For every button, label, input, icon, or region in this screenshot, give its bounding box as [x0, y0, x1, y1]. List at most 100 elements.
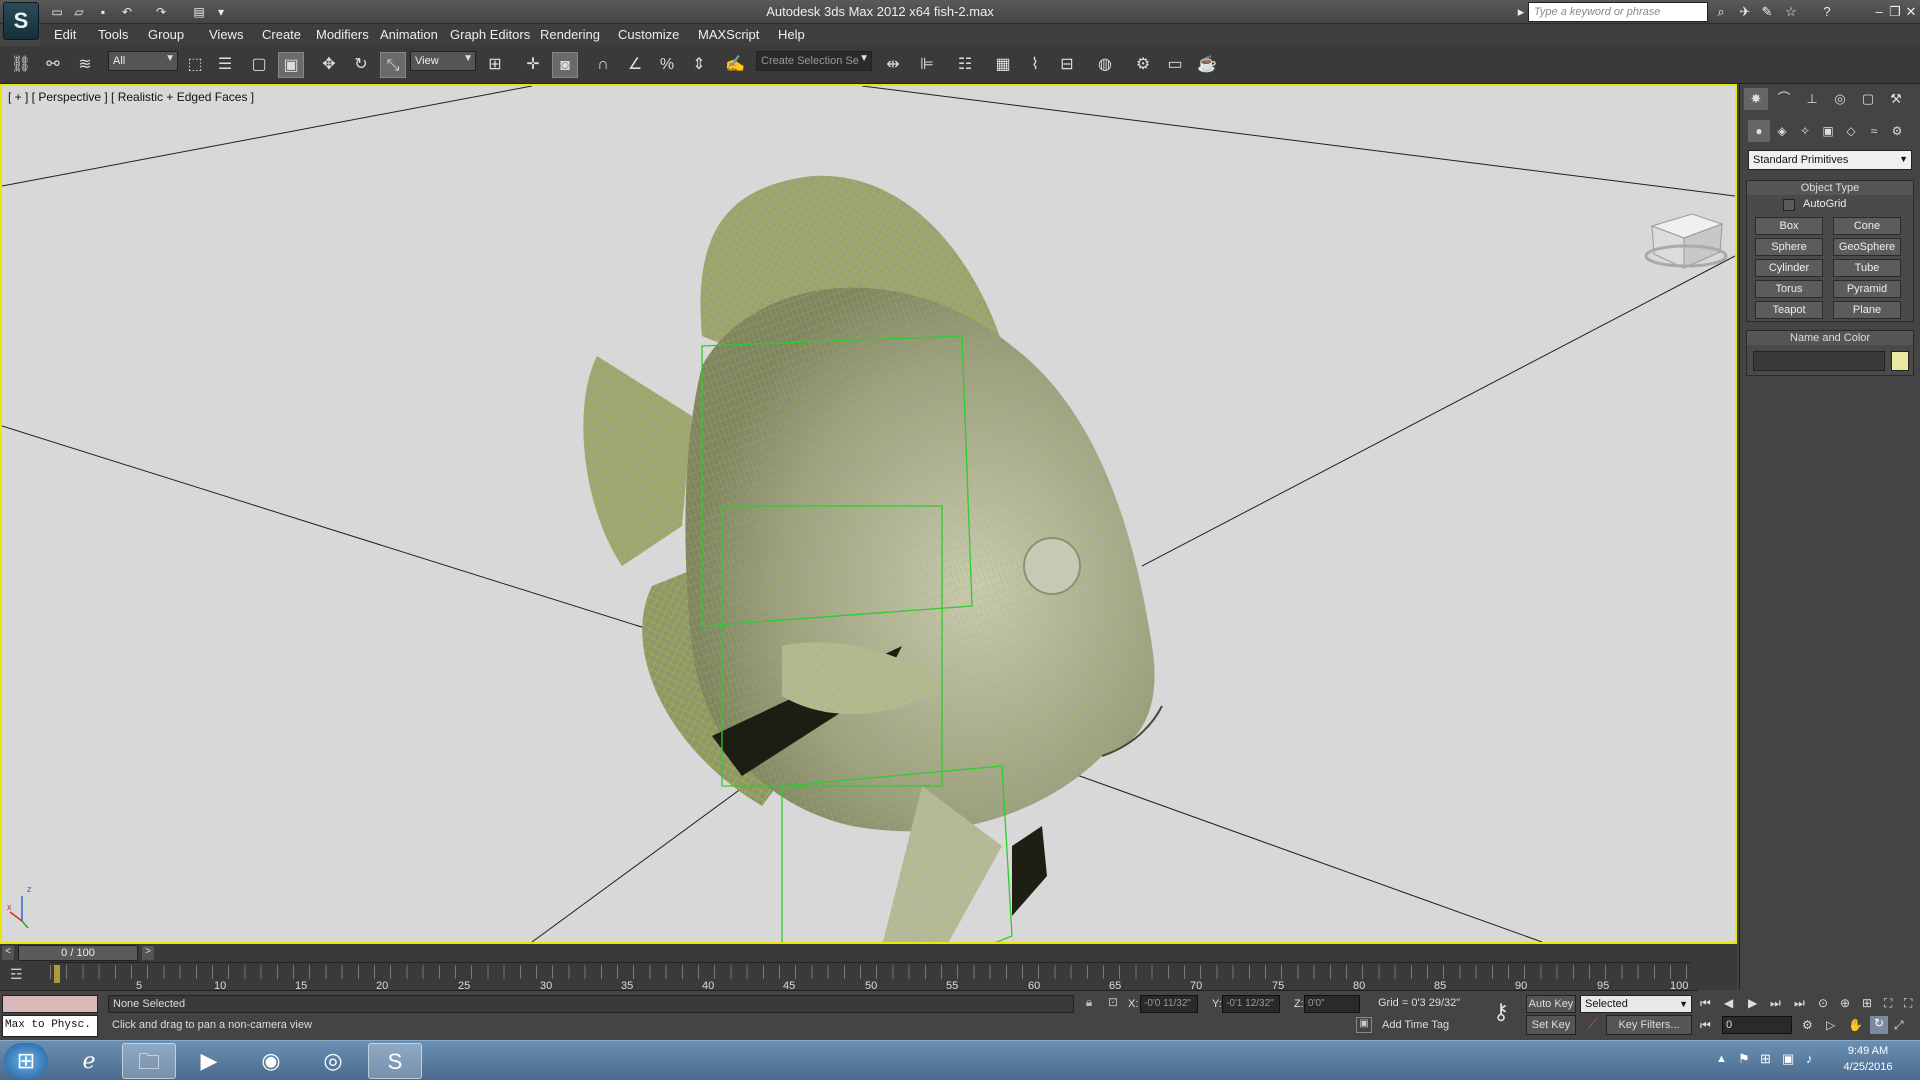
sphere-button[interactable]: Sphere [1755, 238, 1823, 256]
start-button[interactable]: ⊞ [4, 1043, 48, 1079]
set-key-button[interactable]: Set Key [1526, 1015, 1576, 1035]
firefox-icon[interactable]: ◉ [244, 1043, 298, 1079]
search-input[interactable]: Type a keyword or phrase [1528, 2, 1708, 22]
menu-animation[interactable]: Animation [380, 27, 438, 42]
edit-named-selection-icon[interactable]: ✍ [722, 52, 748, 78]
clock-time[interactable]: 9:49 AM [1836, 1045, 1900, 1057]
teapot-button[interactable]: Teapot [1755, 301, 1823, 319]
binoculars-icon[interactable]: ⌕ [1712, 3, 1730, 21]
save-icon[interactable]: ▪ [94, 3, 112, 21]
open-file-icon[interactable]: ▱ [70, 3, 88, 21]
z-coordinate-field[interactable]: 0'0" [1304, 995, 1360, 1013]
go-to-start-icon[interactable]: ⏮ [1700, 996, 1711, 1011]
spinner-snap-icon[interactable]: ⇕ [686, 52, 712, 78]
time-tag-icon[interactable]: ▣ [1356, 1017, 1372, 1033]
pivot-center-icon[interactable]: ⊞ [482, 52, 508, 78]
current-frame-field[interactable]: 0 [1722, 1016, 1792, 1034]
keyboard-shortcut-override-icon[interactable]: ◙ [552, 52, 578, 78]
file-explorer-icon[interactable]: 🗀 [122, 1043, 176, 1079]
geosphere-button[interactable]: GeoSphere [1833, 238, 1901, 256]
name-color-header[interactable]: Name and Color [1747, 331, 1913, 345]
favorites-star-icon[interactable]: ☆ [1782, 3, 1800, 21]
key-mode-select[interactable]: Selected ▼ [1580, 995, 1692, 1013]
viewcube-icon[interactable] [1644, 213, 1728, 269]
render-setup-icon[interactable]: ⚙ [1130, 52, 1156, 78]
select-rotate-icon[interactable]: ↻ [348, 52, 374, 78]
autogrid-checkbox[interactable] [1783, 199, 1795, 211]
unlink-icon[interactable]: ⚯ [40, 52, 66, 78]
fish-mesh[interactable] [583, 175, 1163, 942]
menu-maxscript[interactable]: MAXScript [698, 27, 759, 42]
cone-button[interactable]: Cone [1833, 217, 1901, 235]
utilities-tab-icon[interactable]: ⚒ [1884, 88, 1908, 110]
maxscript-mini-listener[interactable]: Max to Physc. [2, 1015, 98, 1037]
select-scale-icon[interactable]: ⤡ [380, 52, 406, 78]
field-of-view-icon[interactable]: ▷ [1826, 1018, 1835, 1032]
3ds-max-taskbar-icon[interactable]: S [368, 1043, 422, 1079]
perspective-viewport[interactable]: [ + ] [ Perspective ] [ Realistic + Edge… [0, 84, 1737, 944]
key-mode-toggle-icon[interactable]: ⊙ [1818, 996, 1828, 1010]
y-coordinate-field[interactable]: -0'1 12/32" [1222, 995, 1280, 1013]
select-object-icon[interactable]: ⬚ [182, 52, 208, 78]
menu-group[interactable]: Group [148, 27, 184, 42]
absolute-mode-icon[interactable]: ⊡ [1104, 995, 1122, 1013]
torus-button[interactable]: Torus [1755, 280, 1823, 298]
zoom-all-icon[interactable]: ⊞ [1862, 996, 1872, 1010]
show-hidden-icons-icon[interactable]: ▲ [1716, 1053, 1727, 1065]
zoom-icon[interactable]: ⊕ [1840, 996, 1850, 1010]
redo-icon[interactable]: ↷ [152, 3, 170, 21]
display-tab-icon[interactable]: ▢ [1856, 88, 1880, 110]
angle-snap-icon[interactable]: ∠ [622, 52, 648, 78]
subscription-icon[interactable]: ✈ [1736, 3, 1754, 21]
mirror-icon[interactable]: ⇹ [880, 52, 906, 78]
menu-create[interactable]: Create [262, 27, 301, 42]
menu-help[interactable]: Help [778, 27, 805, 42]
maxscript-mini-listener-top[interactable] [2, 995, 98, 1013]
pyramid-button[interactable]: Pyramid [1833, 280, 1901, 298]
tube-button[interactable]: Tube [1833, 259, 1901, 277]
reference-coord-select[interactable]: View ▼ [410, 51, 476, 71]
track-ruler[interactable]: 5 10 15 20 25 30 35 40 45 50 55 60 65 70… [50, 962, 1690, 992]
add-time-tag[interactable]: Add Time Tag [1378, 1017, 1478, 1035]
media-player-icon[interactable]: ▶︎ [182, 1043, 236, 1079]
default-in-out-tangent-icon[interactable]: ⟋ [1584, 1015, 1602, 1035]
graphite-ribbon-icon[interactable]: ▦ [990, 52, 1016, 78]
menu-graph-editors[interactable]: Graph Editors [450, 27, 530, 42]
shapes-icon[interactable]: ◈ [1771, 120, 1793, 142]
render-production-icon[interactable]: ☕ [1194, 52, 1220, 78]
helpers-icon[interactable]: ◇ [1840, 120, 1862, 142]
selection-filter-select[interactable]: All ▼ [108, 51, 178, 71]
window-crossing-icon[interactable]: ▣ [278, 52, 304, 78]
clock-date[interactable]: 4/25/2016 [1836, 1061, 1900, 1073]
project-folder-icon[interactable]: ▤ [190, 3, 208, 21]
time-slider[interactable]: < 0 / 100 > [0, 944, 1737, 962]
named-selection-select[interactable]: Create Selection Se ▼ [756, 51, 872, 71]
close-icon[interactable]: ✕ [1902, 3, 1920, 21]
hierarchy-tab-icon[interactable]: ⊥ [1800, 88, 1824, 110]
help-icon[interactable]: ? [1818, 3, 1836, 21]
object-name-input[interactable] [1753, 351, 1885, 371]
network-icon[interactable]: ▣ [1782, 1051, 1794, 1067]
box-button[interactable]: Box [1755, 217, 1823, 235]
cameras-icon[interactable]: ▣ [1817, 120, 1839, 142]
maximize-viewport-icon[interactable]: ⤢ [1894, 1018, 1904, 1033]
schematic-view-icon[interactable]: ⊟ [1054, 52, 1080, 78]
rectangular-region-icon[interactable]: ▢ [246, 52, 272, 78]
cylinder-button[interactable]: Cylinder [1755, 259, 1823, 277]
internet-explorer-icon[interactable]: ℯ [62, 1043, 116, 1079]
mini-curve-editor-icon[interactable]: ☲ [10, 966, 32, 984]
next-frame-icon[interactable]: > [142, 946, 154, 960]
layer-manager-icon[interactable]: ☷ [952, 52, 978, 78]
previous-key-icon[interactable]: ◀︎ [1724, 996, 1733, 1010]
bind-spacewarp-icon[interactable]: ≋ [72, 52, 98, 78]
link-icon[interactable]: ⛓ [8, 52, 34, 78]
plane-button[interactable]: Plane [1833, 301, 1901, 319]
app-logo-button[interactable]: S [3, 2, 39, 40]
menu-views[interactable]: Views [209, 27, 243, 42]
track-bar[interactable]: ☲ 5 10 15 20 25 30 35 40 45 50 55 60 65 … [0, 962, 1737, 992]
spacewarps-icon[interactable]: ≈ [1863, 120, 1885, 142]
zoom-extents-all-icon[interactable]: ⛶ [1904, 996, 1912, 1011]
orbit-icon[interactable]: ↻ [1870, 1016, 1888, 1034]
align-icon[interactable]: ⊫ [914, 52, 940, 78]
volume-icon[interactable]: ♪ [1806, 1051, 1813, 1066]
